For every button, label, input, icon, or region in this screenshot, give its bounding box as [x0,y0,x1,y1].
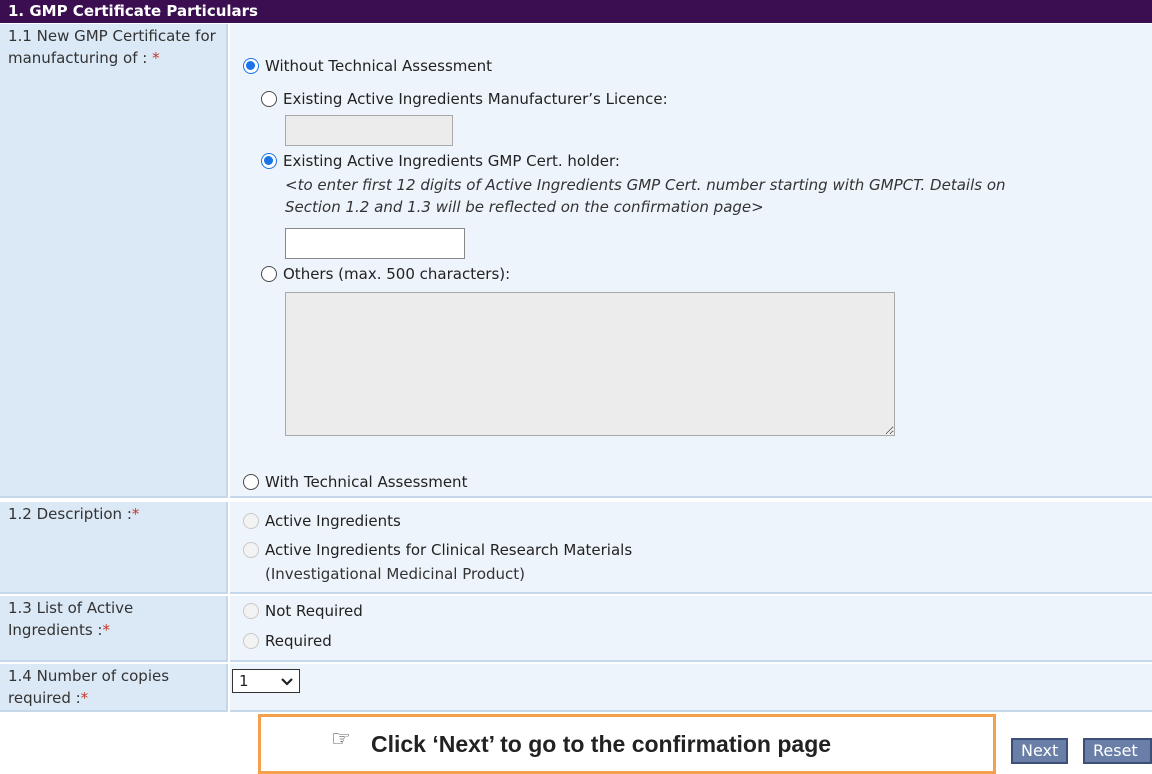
radio-without-technical-assessment[interactable]: Without Technical Assessment [243,57,492,75]
gmp-cert-number-input[interactable] [285,228,465,259]
copies-select[interactable]: 1 [232,669,300,693]
others-textarea[interactable] [285,292,895,436]
label-description: 1.2 Description :* [0,502,228,594]
chevron-down-icon [281,672,293,690]
value-number-of-copies: 1 [230,664,1152,712]
pointing-hand-icon: ☞ [331,727,351,752]
licence-number-input[interactable] [285,115,453,146]
radio-selected-icon[interactable] [261,153,277,169]
label-list-of-active-ingredients: 1.3 List of Active Ingredients :* [0,596,228,662]
row-description: 1.2 Description :* Active Ingredients Ac… [0,502,1152,594]
reset-button[interactable]: Reset [1083,738,1152,764]
radio-selected-icon[interactable] [243,58,259,74]
clinical-research-subtext: (Investigational Medicinal Product) [265,565,526,583]
row-number-of-copies: 1.4 Number of copies required :* 1 [0,664,1152,712]
radio-active-ingredients[interactable]: Active Ingredients [243,512,401,530]
radio-existing-licence[interactable]: Existing Active Ingredients Manufacturer… [261,90,668,108]
section-title: 1. GMP Certificate Particulars [8,2,258,20]
value-list-of-active-ingredients: Not Required Required [230,596,1152,662]
section-header: 1. GMP Certificate Particulars [0,0,1152,23]
radio-disabled-icon[interactable] [243,513,259,529]
next-button[interactable]: Next [1011,738,1069,764]
radio-unselected-icon[interactable] [243,474,259,490]
gmp-hint-line-1: <to enter first 12 digits of Active Ingr… [285,176,1006,194]
label-number-of-copies: 1.4 Number of copies required :* [0,664,228,712]
instruction-callout: ☞ Click ‘Next’ to go to the confirmation… [258,714,996,774]
value-new-gmp-certificate: Without Technical Assessment Existing Ac… [230,24,1152,498]
radio-clinical-research-materials[interactable]: Active Ingredients for Clinical Research… [243,541,632,559]
radio-others[interactable]: Others (max. 500 characters): [261,265,510,283]
row-list-of-active-ingredients: 1.3 List of Active Ingredients :* Not Re… [0,596,1152,662]
value-description: Active Ingredients Active Ingredients fo… [230,502,1152,594]
radio-required[interactable]: Required [243,632,332,650]
callout-text: Click ‘Next’ to go to the confirmation p… [371,731,832,757]
radio-disabled-icon[interactable] [243,542,259,558]
radio-unselected-icon[interactable] [261,91,277,107]
radio-not-required[interactable]: Not Required [243,602,363,620]
radio-disabled-icon[interactable] [243,633,259,649]
radio-existing-gmp-cert-holder[interactable]: Existing Active Ingredients GMP Cert. ho… [261,152,620,170]
label-new-gmp-certificate: 1.1 New GMP Certificate for manufacturin… [0,24,228,498]
radio-with-technical-assessment[interactable]: With Technical Assessment [243,473,467,491]
radio-unselected-icon[interactable] [261,266,277,282]
row-new-gmp-certificate: 1.1 New GMP Certificate for manufacturin… [0,24,1152,498]
radio-disabled-icon[interactable] [243,603,259,619]
gmp-hint-line-2: Section 1.2 and 1.3 will be reflected on… [285,198,764,216]
